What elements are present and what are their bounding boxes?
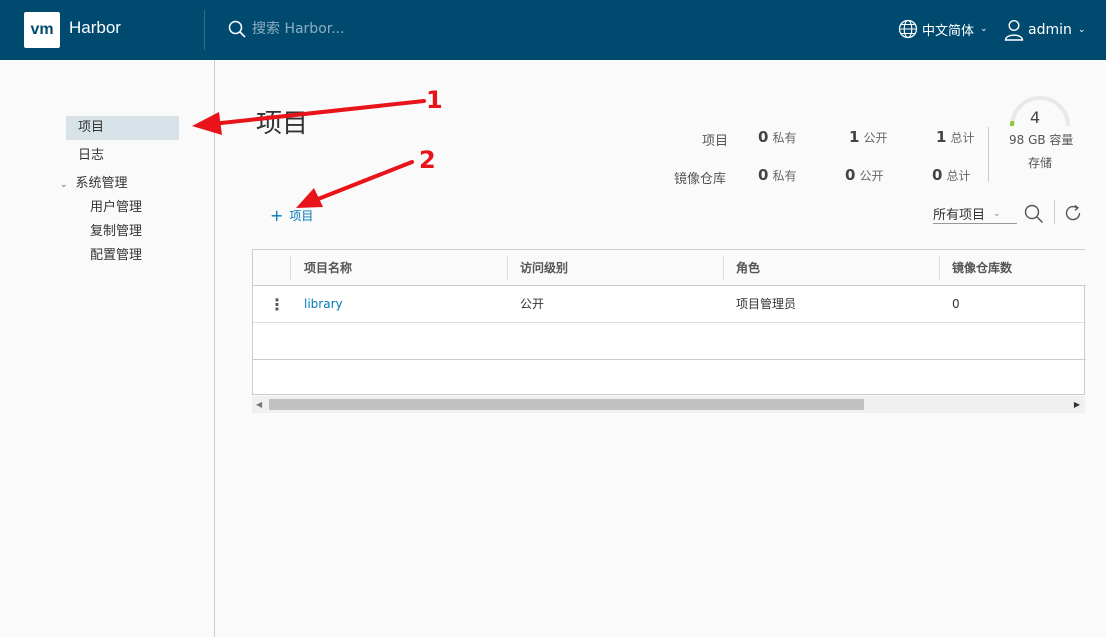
vmware-logo[interactable]: vm (24, 12, 60, 48)
search-input[interactable] (252, 21, 452, 37)
stat-project-total: 1 总计 (936, 128, 974, 146)
sidebar-item-users[interactable]: 用户管理 (90, 196, 142, 220)
column-header-name[interactable]: 项目名称 (304, 250, 352, 286)
language-selector[interactable]: 中文简体 ⌄ (898, 19, 988, 39)
stat-value: 0 (932, 166, 943, 184)
scroll-left-icon[interactable]: ◀ (256, 396, 262, 413)
stat-value: 0 (845, 166, 856, 184)
storage-label: 存储 (1028, 156, 1053, 170)
sidebar: 项目 日志 ⌄ 系统管理 用户管理 复制管理 配置管理 (0, 60, 215, 637)
storage-count: 4 (1030, 108, 1041, 127)
language-label: 中文简体 (922, 23, 975, 39)
table-header: 项目名称 访问级别 角色 镜像仓库数 (253, 250, 1086, 286)
column-separator (723, 256, 724, 280)
column-separator (939, 256, 940, 280)
role-cell: 项目管理员 (736, 297, 797, 311)
chevron-down-icon: ⌄ (1077, 25, 1086, 35)
stat-repo-total: 0 总计 (932, 166, 970, 184)
chevron-down-icon: ⌄ (60, 180, 68, 190)
search-icon (228, 20, 246, 38)
sidebar-item-configuration[interactable]: 配置管理 (90, 244, 142, 268)
stat-repo-public: 0 公开 (845, 166, 883, 184)
user-icon (1004, 19, 1024, 41)
header-divider (204, 10, 205, 50)
projects-table: 项目名称 访问级别 角色 镜像仓库数 ⋮ library 公开 项目管理员 0 (252, 249, 1086, 395)
horizontal-scrollbar[interactable]: ◀ ▶ (252, 396, 1085, 413)
column-header-role[interactable]: 角色 (736, 250, 760, 286)
stat-projects-label: 项目 (702, 134, 729, 149)
stat-value: 0 (758, 166, 769, 184)
project-filter-select[interactable]: 所有项目 ⌄ (933, 204, 1017, 224)
row-actions-icon[interactable]: ⋮ (269, 286, 285, 323)
chevron-down-icon: ⌄ (993, 208, 1001, 219)
stat-repos-label: 镜像仓库 (674, 172, 727, 187)
sidebar-item-logs[interactable]: 日志 (78, 144, 104, 168)
page-title: 项目 (256, 109, 309, 139)
global-search (228, 20, 452, 38)
filter-label: 所有项目 (933, 208, 986, 223)
stat-project-private: 0 私有 (758, 128, 796, 146)
sidebar-group-label: 系统管理 (75, 176, 128, 191)
toolbar-divider (1054, 200, 1055, 224)
top-header: vm Harbor 中文简体 ⌄ admin ⌄ (0, 0, 1106, 60)
sidebar-item-replication[interactable]: 复制管理 (90, 220, 142, 244)
stat-value: 0 (758, 128, 769, 146)
stat-value: 1 (936, 128, 947, 146)
column-header-access[interactable]: 访问级别 (520, 250, 568, 286)
table-row: ⋮ library 公开 项目管理员 0 (253, 286, 1086, 323)
add-project-label: 项目 (289, 209, 314, 223)
table-footer-border (253, 359, 1086, 360)
column-header-repos[interactable]: 镜像仓库数 (952, 250, 1012, 286)
stat-unit: 公开 (859, 169, 884, 183)
stat-unit: 私有 (772, 131, 797, 145)
username: admin (1028, 22, 1072, 38)
app-brand[interactable]: Harbor (69, 18, 121, 38)
repo-count-cell: 0 (952, 297, 960, 311)
scroll-right-icon[interactable]: ▶ (1074, 396, 1080, 413)
globe-icon (898, 19, 918, 39)
annotation-number-1: 1 (426, 86, 443, 114)
column-separator (290, 256, 291, 280)
storage-capacity: 98 GB 容量 (1009, 133, 1074, 147)
add-project-button[interactable]: + 项目 (270, 207, 313, 224)
annotation-arrow-2 (296, 160, 414, 208)
stat-project-public: 1 公开 (849, 128, 887, 146)
search-icon[interactable] (1024, 204, 1044, 224)
stat-repo-private: 0 私有 (758, 166, 796, 184)
user-menu[interactable]: admin ⌄ (1004, 19, 1085, 41)
stats-divider (988, 127, 989, 182)
column-separator (507, 256, 508, 280)
stat-unit: 私有 (772, 169, 797, 183)
stat-unit: 总计 (946, 169, 971, 183)
scroll-thumb[interactable] (269, 399, 864, 410)
sidebar-item-projects[interactable]: 项目 (66, 116, 179, 140)
access-level-cell: 公开 (520, 297, 545, 311)
project-name-link[interactable]: library (304, 286, 343, 323)
plus-icon: + (270, 205, 284, 225)
chevron-down-icon: ⌄ (980, 24, 988, 34)
stat-unit: 公开 (863, 131, 888, 145)
stat-value: 1 (849, 128, 860, 146)
stat-unit: 总计 (950, 131, 975, 145)
sidebar-group-admin[interactable]: ⌄ 系统管理 (60, 172, 128, 196)
annotation-number-2: 2 (419, 146, 436, 174)
refresh-icon[interactable] (1064, 204, 1082, 222)
